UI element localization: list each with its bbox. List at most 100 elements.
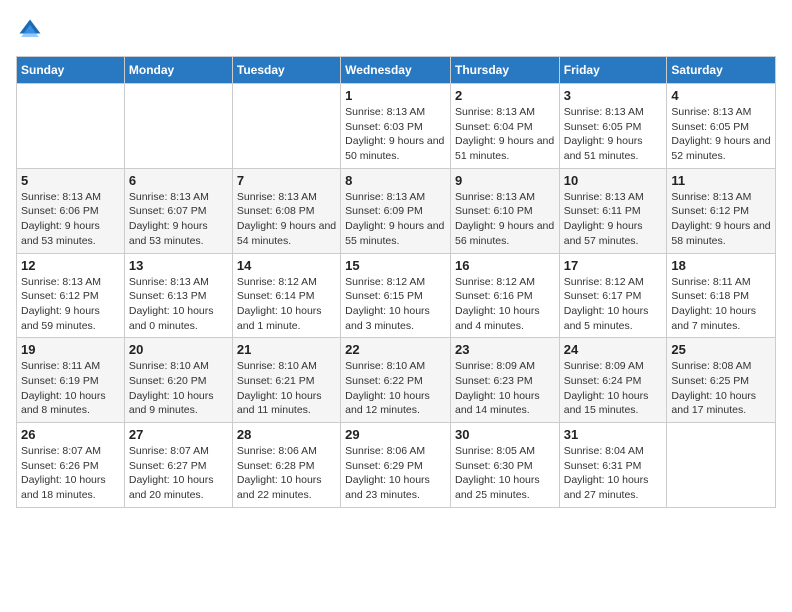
day-cell: 2 Sunrise: 8:13 AMSunset: 6:04 PMDaylight… — [450, 84, 559, 169]
day-number: 10 — [564, 173, 663, 188]
day-number: 8 — [345, 173, 446, 188]
day-cell: 9 Sunrise: 8:13 AMSunset: 6:10 PMDaylight… — [450, 168, 559, 253]
day-info: Sunrise: 8:13 AMSunset: 6:08 PMDaylight:… — [237, 190, 336, 249]
day-cell: 7 Sunrise: 8:13 AMSunset: 6:08 PMDaylight… — [232, 168, 340, 253]
day-number: 27 — [129, 427, 228, 442]
day-number: 12 — [21, 258, 120, 273]
day-cell: 26 Sunrise: 8:07 AMSunset: 6:26 PMDayligh… — [17, 423, 125, 508]
day-cell: 21 Sunrise: 8:10 AMSunset: 6:21 PMDayligh… — [232, 338, 340, 423]
day-info: Sunrise: 8:13 AMSunset: 6:12 PMDaylight:… — [671, 190, 771, 249]
day-info: Sunrise: 8:10 AMSunset: 6:20 PMDaylight:… — [129, 359, 228, 418]
day-cell: 30 Sunrise: 8:05 AMSunset: 6:30 PMDayligh… — [450, 423, 559, 508]
header-row: SundayMondayTuesdayWednesdayThursdayFrid… — [17, 57, 776, 84]
day-number: 19 — [21, 342, 120, 357]
day-cell: 1 Sunrise: 8:13 AMSunset: 6:03 PMDaylight… — [341, 84, 451, 169]
week-row-1: 1 Sunrise: 8:13 AMSunset: 6:03 PMDaylight… — [17, 84, 776, 169]
day-number: 15 — [345, 258, 446, 273]
day-number: 20 — [129, 342, 228, 357]
day-info: Sunrise: 8:09 AMSunset: 6:23 PMDaylight:… — [455, 359, 555, 418]
day-info: Sunrise: 8:09 AMSunset: 6:24 PMDaylight:… — [564, 359, 663, 418]
day-number: 28 — [237, 427, 336, 442]
day-info: Sunrise: 8:13 AMSunset: 6:05 PMDaylight:… — [671, 105, 771, 164]
day-number: 22 — [345, 342, 446, 357]
day-info: Sunrise: 8:13 AMSunset: 6:10 PMDaylight:… — [455, 190, 555, 249]
calendar-table: SundayMondayTuesdayWednesdayThursdayFrid… — [16, 56, 776, 508]
day-number: 2 — [455, 88, 555, 103]
day-info: Sunrise: 8:06 AMSunset: 6:28 PMDaylight:… — [237, 444, 336, 503]
day-cell: 6Sunrise: 8:13 AMSunset: 6:07 PMDaylight… — [124, 168, 232, 253]
day-cell: 13 Sunrise: 8:13 AMSunset: 6:13 PMDayligh… — [124, 253, 232, 338]
day-info: Sunrise: 8:13 AMSunset: 6:07 PMDaylight:… — [129, 190, 228, 249]
header-thursday: Thursday — [450, 57, 559, 84]
week-row-4: 19Sunrise: 8:11 AMSunset: 6:19 PMDayligh… — [17, 338, 776, 423]
day-cell: 8Sunrise: 8:13 AMSunset: 6:09 PMDaylight… — [341, 168, 451, 253]
week-row-5: 26 Sunrise: 8:07 AMSunset: 6:26 PMDayligh… — [17, 423, 776, 508]
day-cell: 23 Sunrise: 8:09 AMSunset: 6:23 PMDayligh… — [450, 338, 559, 423]
day-cell: 19Sunrise: 8:11 AMSunset: 6:19 PMDayligh… — [17, 338, 125, 423]
day-number: 29 — [345, 427, 446, 442]
header-monday: Monday — [124, 57, 232, 84]
day-cell: 3 Sunrise: 8:13 AMSunset: 6:05 PMDaylight… — [559, 84, 667, 169]
day-number: 16 — [455, 258, 555, 273]
day-cell: 29 Sunrise: 8:06 AMSunset: 6:29 PMDayligh… — [341, 423, 451, 508]
day-cell — [232, 84, 340, 169]
day-number: 26 — [21, 427, 120, 442]
day-info: Sunrise: 8:10 AMSunset: 6:21 PMDaylight:… — [237, 359, 336, 418]
day-info: Sunrise: 8:04 AMSunset: 6:31 PMDaylight:… — [564, 444, 663, 503]
day-info: Sunrise: 8:12 AMSunset: 6:16 PMDaylight:… — [455, 275, 555, 334]
day-number: 9 — [455, 173, 555, 188]
header-tuesday: Tuesday — [232, 57, 340, 84]
day-info: Sunrise: 8:13 AMSunset: 6:05 PMDaylight:… — [564, 105, 663, 164]
day-info: Sunrise: 8:12 AMSunset: 6:15 PMDaylight:… — [345, 275, 446, 334]
day-cell: 17 Sunrise: 8:12 AMSunset: 6:17 PMDayligh… — [559, 253, 667, 338]
day-cell: 12 Sunrise: 8:13 AMSunset: 6:12 PMDayligh… — [17, 253, 125, 338]
day-cell: 24 Sunrise: 8:09 AMSunset: 6:24 PMDayligh… — [559, 338, 667, 423]
header-saturday: Saturday — [667, 57, 776, 84]
header-wednesday: Wednesday — [341, 57, 451, 84]
day-cell: 31 Sunrise: 8:04 AMSunset: 6:31 PMDayligh… — [559, 423, 667, 508]
day-cell: 16 Sunrise: 8:12 AMSunset: 6:16 PMDayligh… — [450, 253, 559, 338]
logo — [16, 16, 48, 44]
page-header — [16, 16, 776, 44]
day-info: Sunrise: 8:13 AMSunset: 6:03 PMDaylight:… — [345, 105, 446, 164]
day-info: Sunrise: 8:13 AMSunset: 6:11 PMDaylight:… — [564, 190, 663, 249]
day-cell: 10 Sunrise: 8:13 AMSunset: 6:11 PMDayligh… — [559, 168, 667, 253]
day-number: 17 — [564, 258, 663, 273]
day-info: Sunrise: 8:13 AMSunset: 6:13 PMDaylight:… — [129, 275, 228, 334]
day-info: Sunrise: 8:13 AMSunset: 6:04 PMDaylight:… — [455, 105, 555, 164]
day-number: 21 — [237, 342, 336, 357]
day-cell — [667, 423, 776, 508]
day-info: Sunrise: 8:13 AMSunset: 6:12 PMDaylight:… — [21, 275, 120, 334]
day-cell: 15 Sunrise: 8:12 AMSunset: 6:15 PMDayligh… — [341, 253, 451, 338]
day-number: 3 — [564, 88, 663, 103]
day-cell: 11 Sunrise: 8:13 AMSunset: 6:12 PMDayligh… — [667, 168, 776, 253]
day-info: Sunrise: 8:06 AMSunset: 6:29 PMDaylight:… — [345, 444, 446, 503]
day-info: Sunrise: 8:08 AMSunset: 6:25 PMDaylight:… — [671, 359, 771, 418]
day-number: 1 — [345, 88, 446, 103]
day-number: 13 — [129, 258, 228, 273]
day-number: 14 — [237, 258, 336, 273]
day-number: 11 — [671, 173, 771, 188]
logo-icon — [16, 16, 44, 44]
day-info: Sunrise: 8:13 AMSunset: 6:06 PMDaylight:… — [21, 190, 120, 249]
day-cell: 20 Sunrise: 8:10 AMSunset: 6:20 PMDayligh… — [124, 338, 232, 423]
day-info: Sunrise: 8:07 AMSunset: 6:27 PMDaylight:… — [129, 444, 228, 503]
day-number: 5 — [21, 173, 120, 188]
day-number: 7 — [237, 173, 336, 188]
week-row-2: 5 Sunrise: 8:13 AMSunset: 6:06 PMDaylight… — [17, 168, 776, 253]
day-info: Sunrise: 8:10 AMSunset: 6:22 PMDaylight:… — [345, 359, 446, 418]
day-info: Sunrise: 8:12 AMSunset: 6:17 PMDaylight:… — [564, 275, 663, 334]
day-number: 31 — [564, 427, 663, 442]
week-row-3: 12 Sunrise: 8:13 AMSunset: 6:12 PMDayligh… — [17, 253, 776, 338]
day-number: 30 — [455, 427, 555, 442]
header-sunday: Sunday — [17, 57, 125, 84]
day-cell — [124, 84, 232, 169]
day-number: 23 — [455, 342, 555, 357]
day-cell: 28 Sunrise: 8:06 AMSunset: 6:28 PMDayligh… — [232, 423, 340, 508]
day-number: 4 — [671, 88, 771, 103]
day-number: 24 — [564, 342, 663, 357]
day-cell: 25Sunrise: 8:08 AMSunset: 6:25 PMDayligh… — [667, 338, 776, 423]
day-info: Sunrise: 8:05 AMSunset: 6:30 PMDaylight:… — [455, 444, 555, 503]
day-info: Sunrise: 8:07 AMSunset: 6:26 PMDaylight:… — [21, 444, 120, 503]
day-info: Sunrise: 8:11 AMSunset: 6:18 PMDaylight:… — [671, 275, 771, 334]
